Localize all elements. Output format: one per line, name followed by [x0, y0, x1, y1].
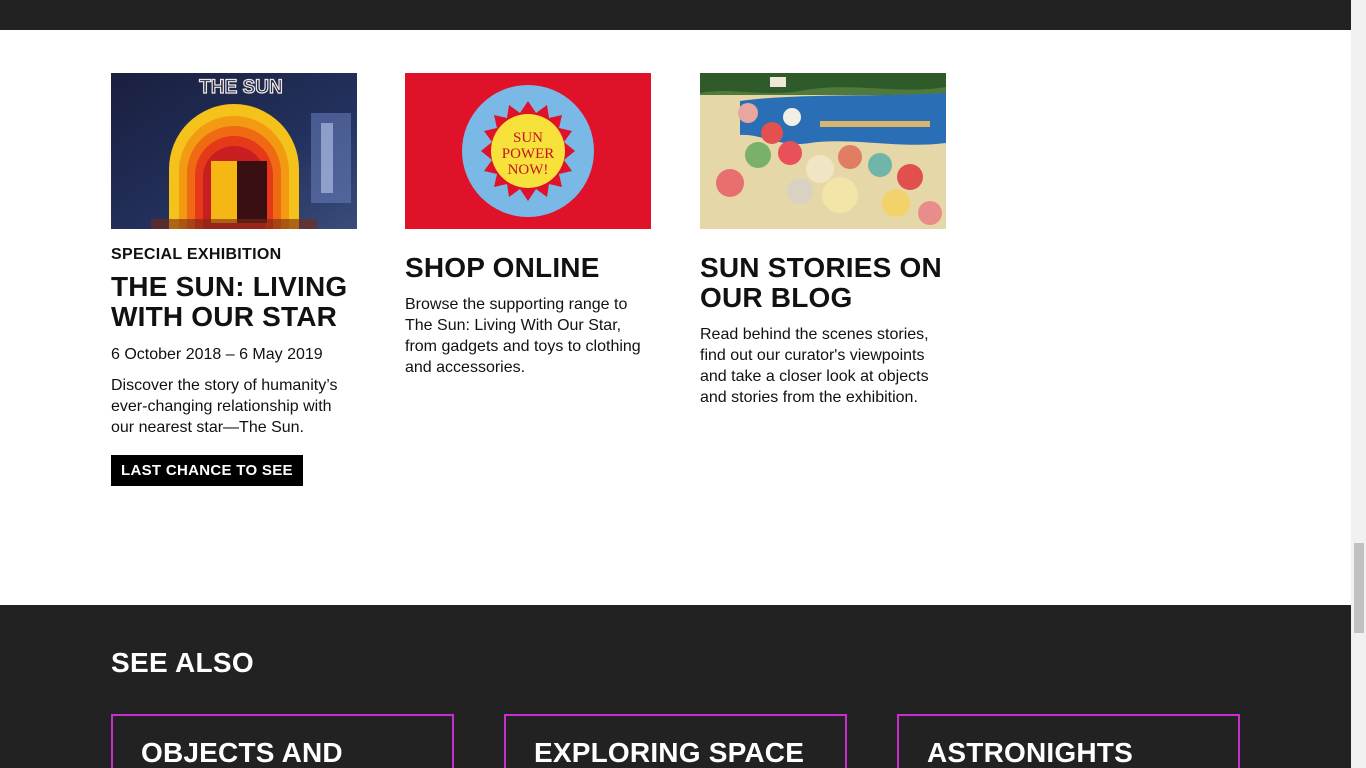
tile-label: Astronights	[927, 737, 1133, 768]
scrollbar-thumb[interactable]	[1354, 543, 1364, 633]
tile-label: Exploring Space	[534, 737, 805, 768]
top-dark-band	[0, 0, 1351, 30]
card-title-shop[interactable]: Shop online	[405, 253, 651, 283]
beach-painting-image	[700, 73, 946, 229]
card-shop-online: SUN POWER NOW! Shop online Browse the su…	[405, 73, 651, 378]
card-blog: Sun stories on our blog Read behind the …	[700, 73, 946, 408]
badge-line-3: NOW!	[508, 162, 549, 178]
see-also-section: See also Objects and Exploring Space Ast…	[0, 605, 1351, 768]
exhibition-dates: 6 October 2018 – 6 May 2019	[111, 346, 323, 363]
tile-label: Objects and	[141, 737, 343, 768]
badge-line-1: SUN	[513, 130, 543, 146]
blog-image-link[interactable]	[700, 73, 946, 229]
shop-image-link[interactable]: SUN POWER NOW!	[405, 73, 651, 229]
exhibition-image-link[interactable]: THE SUN	[111, 73, 357, 229]
card-kicker: Special Exhibition	[111, 246, 282, 263]
see-also-tile-astronights[interactable]: Astronights	[897, 714, 1240, 768]
see-also-tile-exploring-space[interactable]: Exploring Space	[504, 714, 847, 768]
card-description: Browse the supporting range to The Sun: …	[405, 296, 641, 376]
card-special-exhibition: THE SUN Special Exhibition The Sun: Livi…	[111, 73, 357, 486]
vertical-scrollbar[interactable]	[1351, 0, 1366, 768]
exhibition-image-title: THE SUN	[199, 77, 282, 98]
exhibition-image: THE SUN	[111, 73, 357, 229]
see-also-heading: See also	[111, 647, 254, 678]
card-title-exhibition[interactable]: The Sun: Living With Our Star	[111, 272, 357, 332]
badge-line-2: POWER	[502, 146, 555, 162]
featured-cards: THE SUN Special Exhibition The Sun: Livi…	[0, 30, 1351, 605]
card-description: Read behind the scenes stories, find out…	[700, 326, 929, 406]
see-also-tile-objects[interactable]: Objects and	[111, 714, 454, 768]
card-description: Discover the story of humanity’s ever-ch…	[111, 377, 338, 436]
last-chance-button[interactable]: Last chance to see	[111, 455, 303, 486]
card-title-blog[interactable]: Sun stories on our blog	[700, 253, 946, 313]
sun-power-badge-image: SUN POWER NOW!	[405, 73, 651, 229]
